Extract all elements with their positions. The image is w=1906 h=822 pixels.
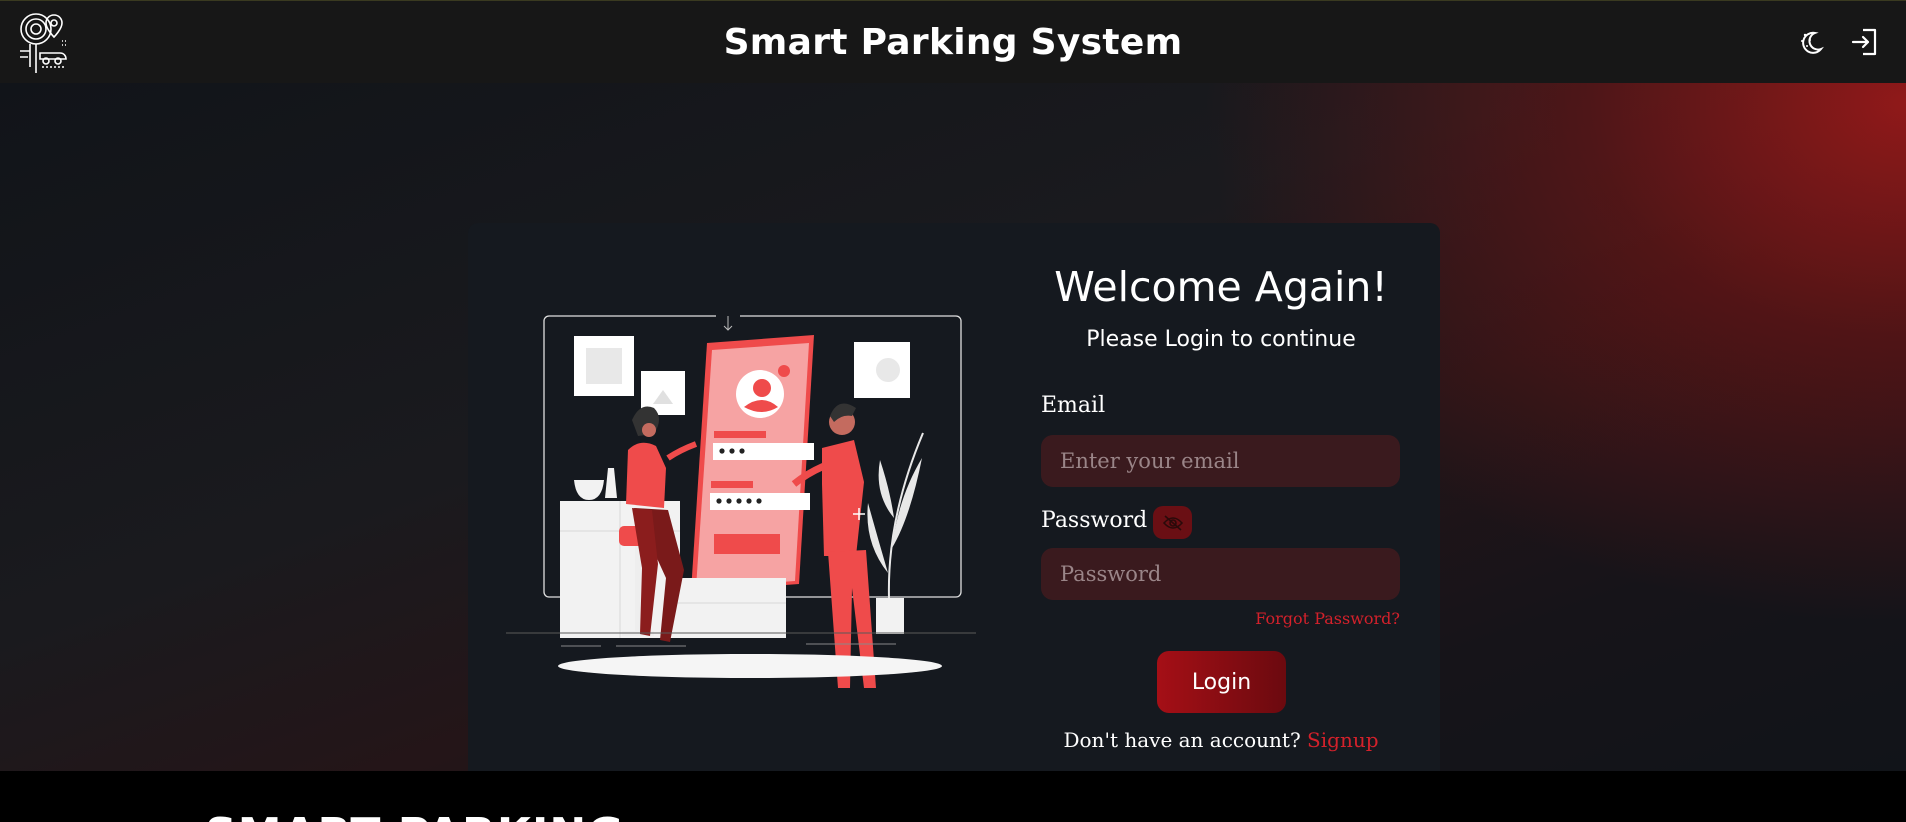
- footer-heading: SMART PARKING: [205, 809, 624, 822]
- eye-slash-icon: [1162, 514, 1183, 531]
- password-field[interactable]: [1041, 548, 1400, 600]
- email-field[interactable]: [1041, 435, 1400, 487]
- footer-section: SMART PARKING: [0, 771, 1906, 822]
- forgot-password-link[interactable]: Forgot Password?: [1255, 609, 1400, 628]
- toggle-password-visibility-button[interactable]: [1153, 506, 1192, 539]
- hero-section: Welcome Again! Please Login to continue …: [0, 83, 1906, 795]
- top-navbar: Smart Parking System: [0, 0, 1906, 83]
- moon-stars-icon[interactable]: [1797, 27, 1827, 57]
- login-form: Welcome Again! Please Login to continue …: [1041, 223, 1431, 795]
- login-subtitle: Please Login to continue: [1086, 327, 1356, 352]
- login-card: Welcome Again! Please Login to continue …: [468, 223, 1440, 795]
- sign-in-icon[interactable]: [1849, 26, 1881, 58]
- welcome-heading: Welcome Again!: [1054, 263, 1388, 311]
- email-label: Email: [1041, 393, 1106, 418]
- parking-pin-logo-icon[interactable]: [18, 11, 76, 75]
- login-button[interactable]: Login: [1157, 651, 1286, 713]
- signup-prompt: Don't have an account? Signup: [1041, 728, 1401, 752]
- signup-link[interactable]: Signup: [1307, 728, 1378, 752]
- login-illustration: [506, 312, 976, 688]
- signup-prompt-text: Don't have an account?: [1063, 728, 1301, 752]
- password-label: Password: [1041, 508, 1148, 533]
- app-title: Smart Parking System: [723, 21, 1183, 63]
